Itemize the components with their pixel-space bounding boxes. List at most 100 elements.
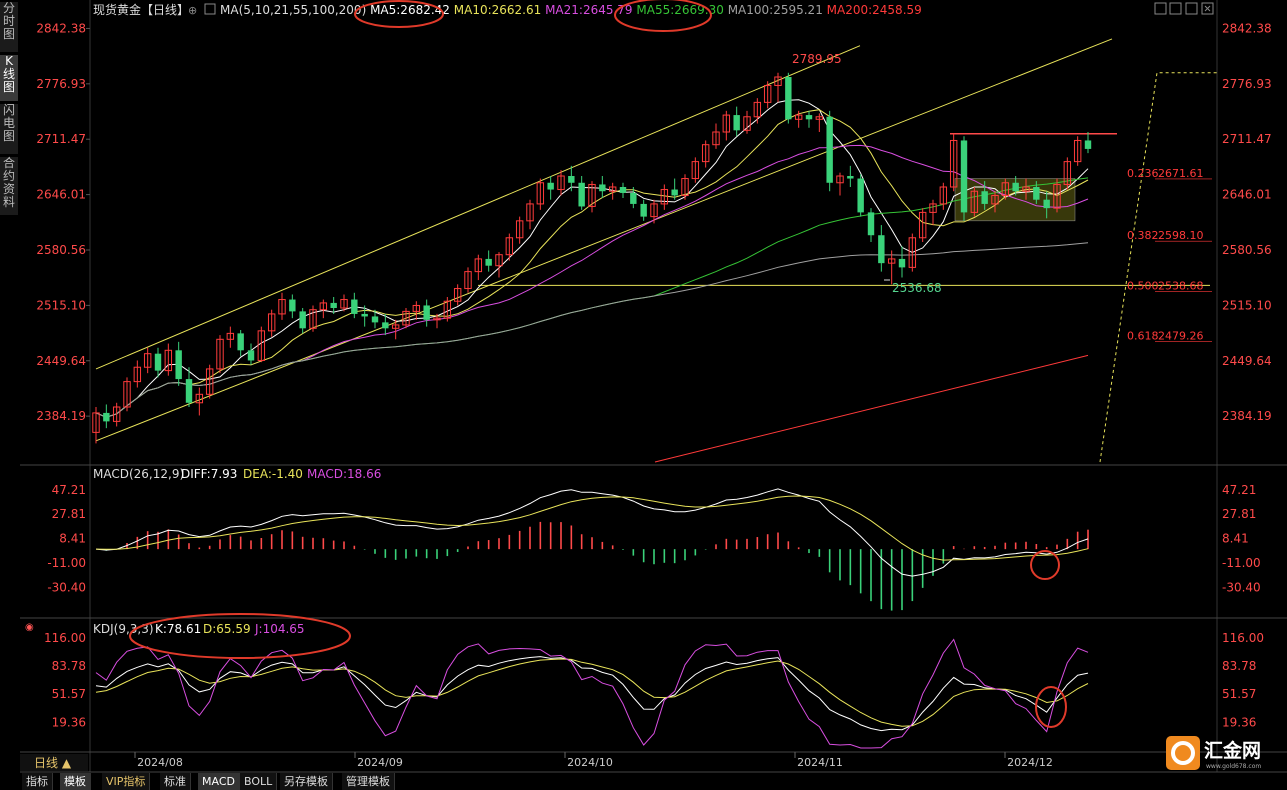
- candle-body: [630, 192, 637, 204]
- fib-price-label: 2538.68: [1158, 279, 1204, 292]
- candle-body: [154, 353, 162, 371]
- candle-body: [867, 212, 875, 236]
- tab-templates[interactable]: 模板: [60, 773, 91, 790]
- candle-body: [878, 235, 885, 264]
- candle-body: [330, 302, 337, 308]
- candle-body: [578, 182, 585, 207]
- candle-body: [960, 140, 968, 213]
- macd-y-tick-right: 47.21: [1222, 483, 1256, 497]
- y-tick-right: 2776.93: [1222, 77, 1272, 91]
- logo-name: 汇金网: [1204, 739, 1261, 762]
- candle-body: [568, 176, 575, 183]
- low-price-label: 2536.68: [892, 281, 942, 295]
- candle-body: [785, 77, 792, 120]
- macd-dea: DEA:-1.40: [243, 467, 303, 481]
- candle-body: [599, 184, 606, 192]
- y-tick-right: 2515.10: [1222, 298, 1272, 312]
- macd-y-tick-left: 8.41: [59, 532, 86, 546]
- kdj-k: K:78.61: [155, 622, 201, 636]
- fib-price-label: 2479.26: [1158, 330, 1204, 343]
- kdj-d: D:65.59: [203, 622, 251, 636]
- candle-body: [103, 412, 110, 422]
- tab-indicators[interactable]: 指标: [22, 773, 53, 790]
- candle-body: [826, 116, 833, 183]
- y-tick-right: 2449.64: [1222, 354, 1272, 368]
- tab-save-template[interactable]: 另存模板: [280, 773, 333, 790]
- y-tick-left: 2580.56: [36, 243, 86, 257]
- candle-body: [805, 115, 813, 120]
- tab-standard[interactable]: 标准: [160, 773, 191, 790]
- logo-url: www.gold678.com: [1206, 763, 1261, 770]
- kdj-y-tick-left: 83.78: [52, 659, 86, 673]
- period-label: 日线 ▲: [34, 756, 72, 770]
- brand-logo: 汇金网 www.gold678.com: [1166, 736, 1261, 770]
- macd-title: MACD(26,12,9): [93, 467, 184, 481]
- high-price-label: 2789.95: [792, 52, 842, 66]
- macd-y-tick-right: 8.41: [1222, 532, 1249, 546]
- x-tick-label: 2024/11: [797, 756, 843, 769]
- fib-ratio-label: 0.618: [1127, 330, 1159, 343]
- candle-body: [485, 258, 492, 266]
- ma-legend-item: MA10:2662.61: [450, 3, 541, 17]
- fib-price-label: 2671.61: [1158, 167, 1204, 180]
- macd-y-tick-left: 27.81: [52, 507, 86, 521]
- macd-y-tick-right: -11.00: [1222, 556, 1261, 570]
- kdj-y-tick-left: 19.36: [52, 715, 86, 729]
- candle-body: [671, 189, 678, 196]
- candle-body: [289, 299, 296, 312]
- tab-boll[interactable]: BOLL: [240, 773, 278, 790]
- settings-icon[interactable]: ⊕: [188, 4, 197, 17]
- macd-y-tick-left: 47.21: [52, 483, 86, 497]
- macd-y-tick-right: 27.81: [1222, 507, 1256, 521]
- candle-body: [619, 187, 627, 193]
- y-tick-left: 2515.10: [36, 298, 86, 312]
- fib-ratio-label: 0.500: [1127, 279, 1159, 292]
- candle-body: [733, 115, 740, 131]
- candle-body: [1084, 140, 1092, 149]
- y-tick-left: 2776.93: [36, 77, 86, 91]
- y-tick-left: 2384.19: [36, 409, 86, 423]
- fib-price-label: 2598.10: [1158, 229, 1204, 242]
- macd-y-tick-left: -30.40: [47, 580, 86, 594]
- y-tick-right: 2384.19: [1222, 409, 1272, 423]
- chart-canvas[interactable]: 现货黄金【日线】 ⊕ MA(5,10,21,55,100,200) MA5:26…: [0, 0, 1287, 790]
- candle-body: [1033, 187, 1040, 200]
- candle-body: [371, 316, 379, 323]
- kdj-y-tick-right: 51.57: [1222, 687, 1256, 701]
- y-tick-left: 2711.47: [36, 132, 86, 146]
- candle-body: [1012, 182, 1019, 192]
- tab-manage-template[interactable]: 管理模板: [342, 773, 395, 790]
- tab-macd[interactable]: MACD: [198, 773, 240, 790]
- kdj-y-tick-left: 116.00: [44, 631, 86, 645]
- candle-body: [547, 182, 554, 190]
- ma-legend-item: MA200:2458.59: [823, 3, 922, 17]
- candle-body: [981, 191, 988, 204]
- macd-y-tick-right: -30.40: [1222, 580, 1261, 594]
- ma-legend-item: MA5:2682.42: [366, 3, 450, 17]
- macd-diff: DIFF:7.93: [181, 467, 237, 481]
- kdj-y-tick-left: 51.57: [52, 687, 86, 701]
- fib-ratio-label: 0.236: [1127, 167, 1159, 180]
- y-tick-right: 2711.47: [1222, 132, 1272, 146]
- ma-legend-item: MA(5,10,21,55,100,200): [220, 3, 366, 17]
- tab-vip-indicators[interactable]: VIP指标: [102, 773, 151, 790]
- x-tick-label: 2024/10: [567, 756, 613, 769]
- y-tick-left: 2842.38: [36, 21, 86, 35]
- y-tick-right: 2646.01: [1222, 188, 1272, 202]
- candle-body: [175, 350, 182, 380]
- kdj-y-tick-right: 116.00: [1222, 631, 1264, 645]
- ma-legend-item: MA21:2645.79: [541, 3, 632, 17]
- x-tick-label: 2024/09: [357, 756, 403, 769]
- candle-body: [351, 299, 358, 314]
- ma-legend-item: MA100:2595.21: [724, 3, 823, 17]
- candle-body: [185, 379, 193, 403]
- x-tick-label: 2024/12: [1007, 756, 1053, 769]
- kdj-j: J:104.65: [254, 622, 305, 636]
- candle-body: [247, 350, 255, 361]
- candle-body: [237, 333, 244, 351]
- y-tick-right: 2580.56: [1222, 243, 1272, 257]
- macd-legend: MACD(26,12,9) DIFF:7.93 DEA:-1.40 MACD:1…: [93, 467, 381, 481]
- candle-body: [382, 322, 389, 329]
- candle-body: [640, 203, 647, 217]
- candle-body: [423, 305, 430, 320]
